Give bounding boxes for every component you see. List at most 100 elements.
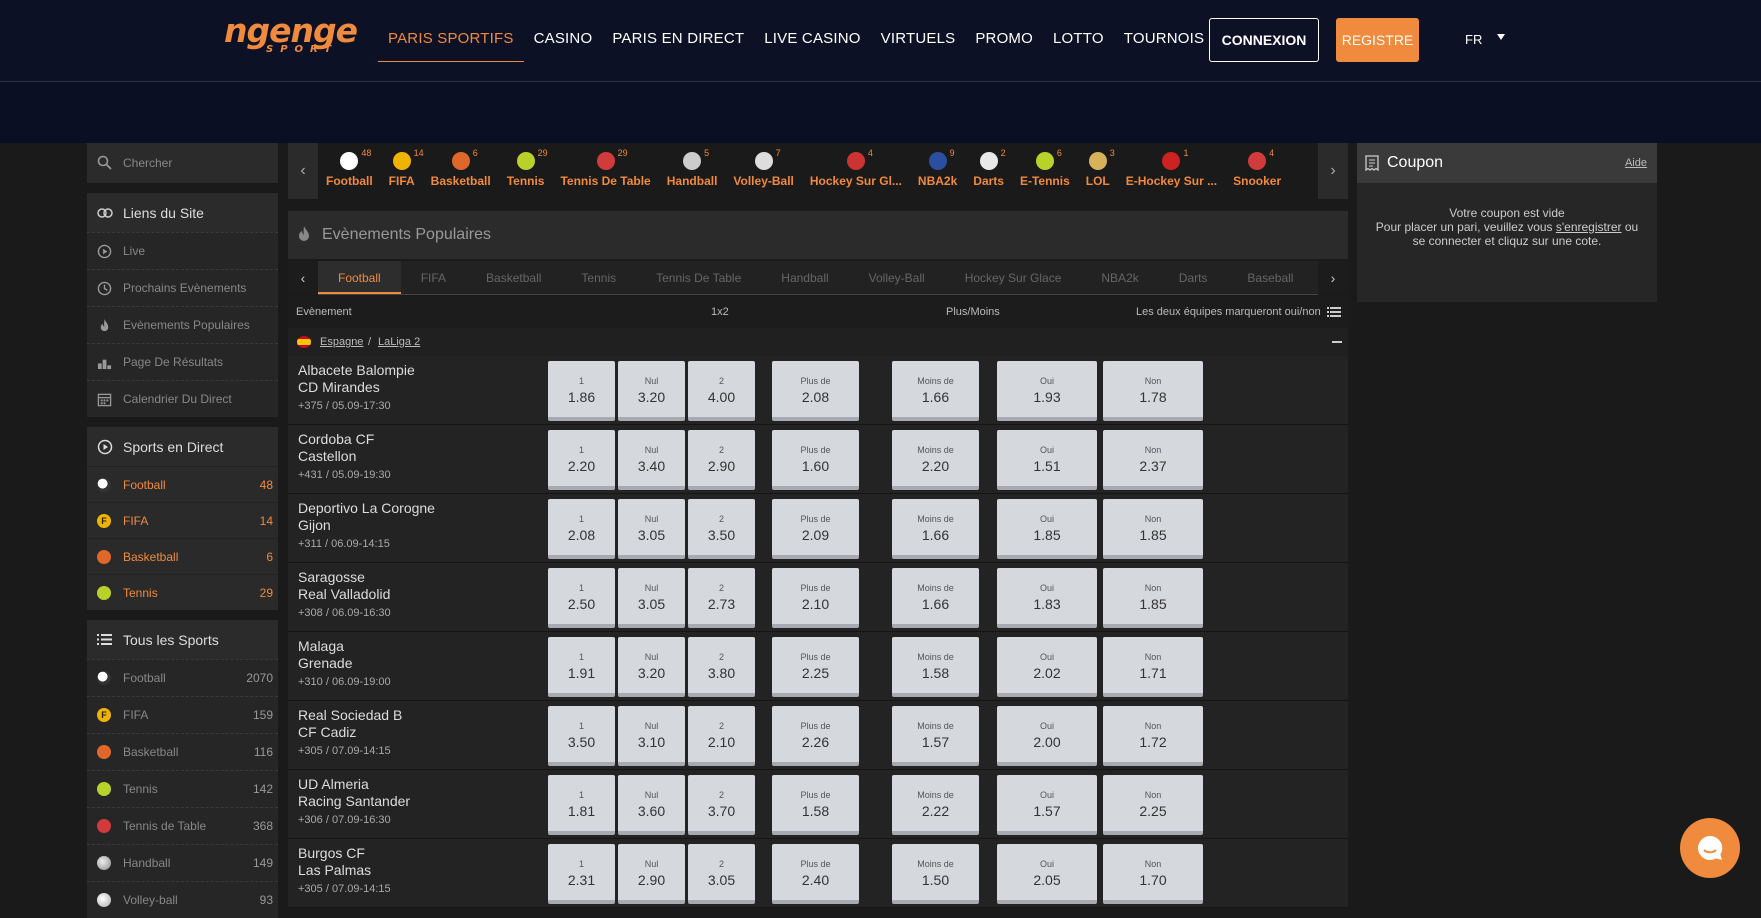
odd-over-button[interactable]: Plus de 1.58 [772,775,859,835]
nav-virtuels[interactable]: VIRTUELS [871,22,966,62]
odd-draw-button[interactable]: Nul 3.40 [618,430,685,490]
away-team[interactable]: CD Mirandes [298,379,380,395]
tabs-next-button[interactable]: › [1318,261,1348,295]
search-box[interactable]: Chercher [87,143,278,183]
tab-handball[interactable]: Handball [761,261,848,294]
tab-hockey-sur-glace[interactable]: Hockey Sur Glace [945,261,1082,294]
odd-away-button[interactable]: 2 4.00 [688,361,755,421]
nav-tournois[interactable]: TOURNOIS [1114,22,1215,62]
odd-away-button[interactable]: 2 2.73 [688,568,755,628]
live-item-basketball[interactable]: Basketball 6 [87,538,278,574]
odd-no-button[interactable]: Non 1.72 [1103,706,1203,766]
nav-casino[interactable]: CASINO [524,22,603,62]
tab-basketball[interactable]: Basketball [466,261,561,294]
sport-item-volleyball[interactable]: Volley-ball 93 [87,881,278,918]
home-team[interactable]: UD Almeria [298,776,369,792]
away-team[interactable]: Grenade [298,655,352,671]
odd-draw-button[interactable]: Nul 3.05 [618,499,685,559]
odd-draw-button[interactable]: Nul 3.20 [618,361,685,421]
odd-away-button[interactable]: 2 3.05 [688,844,755,904]
odd-over-button[interactable]: Plus de 2.26 [772,706,859,766]
odd-yes-button[interactable]: Oui 1.57 [997,775,1097,835]
odd-home-button[interactable]: 1 1.91 [548,637,615,697]
odd-yes-button[interactable]: Oui 2.02 [997,637,1097,697]
odd-under-button[interactable]: Moins de 1.66 [892,568,979,628]
odd-no-button[interactable]: Non 1.85 [1103,568,1203,628]
carousel-item-lol[interactable]: 3 LOL [1078,143,1118,199]
register-button[interactable]: REGISTRE [1336,18,1419,62]
odd-under-button[interactable]: Moins de 1.50 [892,844,979,904]
odd-home-button[interactable]: 1 2.08 [548,499,615,559]
odd-over-button[interactable]: Plus de 2.40 [772,844,859,904]
odd-home-button[interactable]: 1 2.20 [548,430,615,490]
sidebar-item-popular[interactable]: Evènements Populaires [87,306,278,343]
nav-paris-sportifs[interactable]: PARIS SPORTIFS [378,22,524,62]
odd-under-button[interactable]: Moins de 2.20 [892,430,979,490]
odd-no-button[interactable]: Non 2.25 [1103,775,1203,835]
carousel-item-darts[interactable]: 2 Darts [965,143,1012,199]
list-view-icon[interactable] [1327,306,1341,318]
odd-home-button[interactable]: 1 2.31 [548,844,615,904]
odd-away-button[interactable]: 2 3.70 [688,775,755,835]
tab-fifa[interactable]: FIFA [401,261,466,294]
carousel-next-button[interactable]: › [1318,143,1348,199]
home-team[interactable]: Real Sociedad B [298,707,402,723]
odd-home-button[interactable]: 1 2.50 [548,568,615,628]
odd-under-button[interactable]: Moins de 2.22 [892,775,979,835]
chat-button[interactable] [1680,818,1740,878]
odd-over-button[interactable]: Plus de 2.25 [772,637,859,697]
home-team[interactable]: Burgos CF [298,845,365,861]
carousel-item-fifa[interactable]: 14 FIFA [381,143,424,199]
odd-yes-button[interactable]: Oui 1.85 [997,499,1097,559]
odd-under-button[interactable]: Moins de 1.58 [892,637,979,697]
odd-over-button[interactable]: Plus de 2.08 [772,361,859,421]
odd-no-button[interactable]: Non 2.37 [1103,430,1203,490]
chevron-down-icon[interactable] [1497,34,1505,40]
away-team[interactable]: Las Palmas [298,862,371,878]
login-button[interactable]: CONNEXION [1209,18,1319,62]
odd-no-button[interactable]: Non 1.78 [1103,361,1203,421]
away-team[interactable]: CF Cadiz [298,724,356,740]
tab-volley-ball[interactable]: Volley-Ball [849,261,945,294]
carousel-item-handball[interactable]: 5 Handball [659,143,726,199]
carousel-item-football[interactable]: 48 Football [318,143,381,199]
away-team[interactable]: Castellon [298,448,356,464]
odd-yes-button[interactable]: Oui 1.83 [997,568,1097,628]
carousel-item-tennis[interactable]: 29 Tennis [499,143,553,199]
collapse-icon[interactable] [1332,341,1342,343]
odd-home-button[interactable]: 1 1.86 [548,361,615,421]
tab-darts[interactable]: Darts [1159,261,1228,294]
nav-live-casino[interactable]: LIVE CASINO [754,22,870,62]
live-item-tennis[interactable]: Tennis 29 [87,574,278,610]
carousel-item-snooker[interactable]: 4 Snooker [1225,143,1289,199]
tab-nba2k[interactable]: NBA2k [1081,261,1158,294]
odd-yes-button[interactable]: Oui 2.00 [997,706,1097,766]
odd-draw-button[interactable]: Nul 3.05 [618,568,685,628]
odd-away-button[interactable]: 2 2.90 [688,430,755,490]
live-item-fifa[interactable]: F FIFA 14 [87,502,278,538]
odd-yes-button[interactable]: Oui 2.05 [997,844,1097,904]
coupon-help-link[interactable]: Aide [1625,157,1647,169]
tab-football[interactable]: Football [318,261,401,294]
live-item-football[interactable]: Football 48 [87,466,278,502]
odd-away-button[interactable]: 2 3.50 [688,499,755,559]
odd-over-button[interactable]: Plus de 2.10 [772,568,859,628]
tab-tennis-de-table[interactable]: Tennis De Table [636,261,761,294]
odd-under-button[interactable]: Moins de 1.66 [892,361,979,421]
carousel-item-nba2k[interactable]: 9 NBA2k [910,143,965,199]
away-team[interactable]: Gijon [298,517,331,533]
odd-draw-button[interactable]: Nul 3.20 [618,637,685,697]
home-team[interactable]: Saragosse [298,569,365,585]
away-team[interactable]: Real Valladolid [298,586,390,602]
sidebar-item-live[interactable]: Live [87,232,278,269]
odd-home-button[interactable]: 1 1.81 [548,775,615,835]
odd-no-button[interactable]: Non 1.71 [1103,637,1203,697]
carousel-item-hockey-sur-gl[interactable]: 4 Hockey Sur Gl... [802,143,910,199]
sport-item-handball[interactable]: Handball 149 [87,844,278,881]
tab-tennis[interactable]: Tennis [561,261,636,294]
nav-lotto[interactable]: LOTTO [1043,22,1114,62]
sidebar-item-results[interactable]: Page De Résultats [87,343,278,380]
odd-draw-button[interactable]: Nul 2.90 [618,844,685,904]
sport-item-football[interactable]: Football 2070 [87,659,278,696]
odd-away-button[interactable]: 2 3.80 [688,637,755,697]
